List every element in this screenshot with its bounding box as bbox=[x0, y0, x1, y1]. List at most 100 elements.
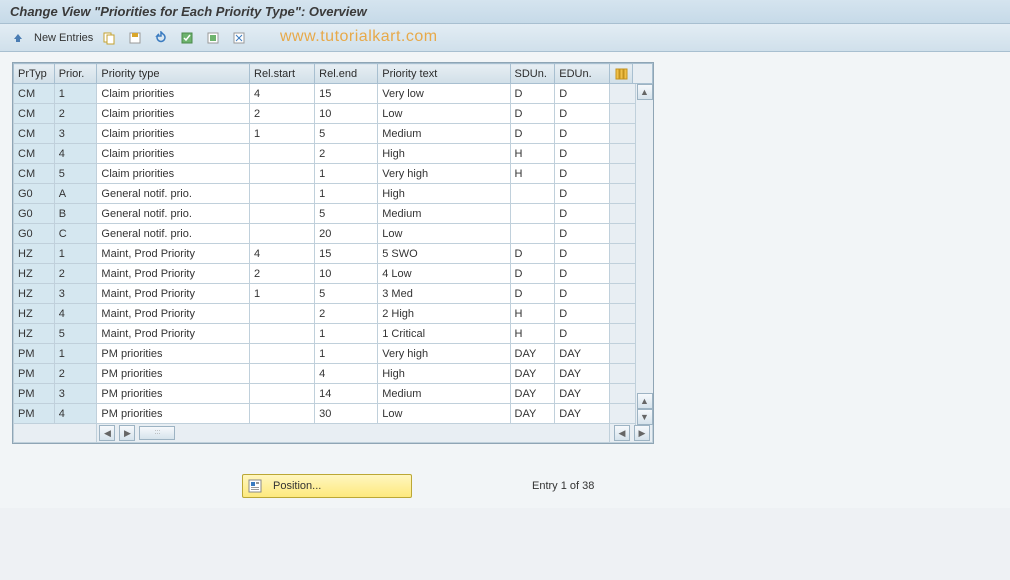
cell-relstart[interactable] bbox=[250, 324, 315, 344]
cell-prtyp[interactable]: G0 bbox=[14, 184, 55, 204]
cell-ptype[interactable]: Maint, Prod Priority bbox=[97, 324, 250, 344]
table-row[interactable]: CM5Claim priorities1Very highHD bbox=[14, 164, 653, 184]
cell-prtyp[interactable]: HZ bbox=[14, 244, 55, 264]
cell-ptext[interactable]: 5 SWO bbox=[378, 244, 510, 264]
select-all-icon[interactable] bbox=[177, 28, 197, 48]
cell-prtyp[interactable]: CM bbox=[14, 124, 55, 144]
cell-relend[interactable]: 2 bbox=[315, 144, 378, 164]
table-row[interactable]: G0AGeneral notif. prio.1HighD bbox=[14, 184, 653, 204]
cell-sdun[interactable]: H bbox=[510, 144, 555, 164]
cell-ptype[interactable]: Claim priorities bbox=[97, 124, 250, 144]
cell-relend[interactable]: 20 bbox=[315, 224, 378, 244]
cell-prtyp[interactable]: G0 bbox=[14, 204, 55, 224]
cell-relend[interactable]: 1 bbox=[315, 324, 378, 344]
cell-edun[interactable]: D bbox=[555, 324, 610, 344]
table-row[interactable]: HZ4Maint, Prod Priority22 HighHD bbox=[14, 304, 653, 324]
cell-sdun[interactable] bbox=[510, 184, 555, 204]
copy-icon[interactable] bbox=[99, 28, 119, 48]
cell-relend[interactable]: 2 bbox=[315, 304, 378, 324]
cell-sdun[interactable]: H bbox=[510, 304, 555, 324]
cell-relstart[interactable]: 1 bbox=[250, 284, 315, 304]
cell-sdun[interactable]: D bbox=[510, 124, 555, 144]
cell-ptype[interactable]: Maint, Prod Priority bbox=[97, 244, 250, 264]
cell-relstart[interactable]: 4 bbox=[250, 84, 315, 104]
cell-relstart[interactable] bbox=[250, 204, 315, 224]
table-row[interactable]: CM3Claim priorities15MediumDD bbox=[14, 124, 653, 144]
cell-relend[interactable]: 14 bbox=[315, 384, 378, 404]
cell-prtyp[interactable]: HZ bbox=[14, 304, 55, 324]
hscroll-right[interactable]: ▶ bbox=[119, 425, 135, 441]
cell-edun[interactable]: DAY bbox=[555, 404, 610, 424]
cell-sdun[interactable]: DAY bbox=[510, 404, 555, 424]
hscroll-thumb[interactable]: ::: bbox=[139, 426, 175, 440]
cell-relend[interactable]: 30 bbox=[315, 404, 378, 424]
cell-relstart[interactable]: 2 bbox=[250, 264, 315, 284]
cell-edun[interactable]: D bbox=[555, 264, 610, 284]
cell-ptype[interactable]: Claim priorities bbox=[97, 164, 250, 184]
cell-relstart[interactable] bbox=[250, 384, 315, 404]
column-selector-icon[interactable] bbox=[610, 64, 632, 84]
cell-relend[interactable]: 10 bbox=[315, 264, 378, 284]
cell-prtyp[interactable]: HZ bbox=[14, 264, 55, 284]
cell-edun[interactable]: D bbox=[555, 144, 610, 164]
cell-ptext[interactable]: Medium bbox=[378, 384, 510, 404]
cell-sdun[interactable] bbox=[510, 224, 555, 244]
vscroll-up-2[interactable]: ▲ bbox=[637, 393, 653, 409]
cell-prior[interactable]: 4 bbox=[54, 304, 97, 324]
cell-relstart[interactable]: 1 bbox=[250, 124, 315, 144]
table-row[interactable]: CM4Claim priorities2HighHD bbox=[14, 144, 653, 164]
vscroll-track[interactable] bbox=[637, 100, 653, 393]
cell-relstart[interactable]: 4 bbox=[250, 244, 315, 264]
cell-ptext[interactable]: Very high bbox=[378, 344, 510, 364]
cell-sdun[interactable]: DAY bbox=[510, 344, 555, 364]
cell-ptext[interactable]: Low bbox=[378, 224, 510, 244]
cell-prior[interactable]: A bbox=[54, 184, 97, 204]
cell-ptype[interactable]: Claim priorities bbox=[97, 144, 250, 164]
cell-edun[interactable]: D bbox=[555, 224, 610, 244]
table-row[interactable]: PM2PM priorities4HighDAYDAY bbox=[14, 364, 653, 384]
cell-prior[interactable]: 5 bbox=[54, 324, 97, 344]
table-row[interactable]: HZ5Maint, Prod Priority11 CriticalHD bbox=[14, 324, 653, 344]
cell-ptype[interactable]: PM priorities bbox=[97, 404, 250, 424]
toggle-display-change-icon[interactable] bbox=[8, 28, 28, 48]
cell-ptext[interactable]: Low bbox=[378, 404, 510, 424]
new-entries-button[interactable]: New Entries bbox=[34, 32, 93, 44]
table-row[interactable]: CM1Claim priorities415Very lowDD bbox=[14, 84, 653, 104]
cell-relend[interactable]: 4 bbox=[315, 364, 378, 384]
deselect-all-icon[interactable] bbox=[203, 28, 223, 48]
cell-prior[interactable]: 1 bbox=[54, 84, 97, 104]
table-row[interactable]: HZ1Maint, Prod Priority4155 SWODD bbox=[14, 244, 653, 264]
cell-ptext[interactable]: High bbox=[378, 184, 510, 204]
cell-prtyp[interactable]: PM bbox=[14, 384, 55, 404]
col-ptext[interactable]: Priority text bbox=[378, 64, 510, 84]
cell-prior[interactable]: 3 bbox=[54, 124, 97, 144]
cell-sdun[interactable]: H bbox=[510, 164, 555, 184]
cell-prtyp[interactable]: CM bbox=[14, 104, 55, 124]
cell-ptype[interactable]: Maint, Prod Priority bbox=[97, 304, 250, 324]
cell-prtyp[interactable]: PM bbox=[14, 344, 55, 364]
cell-relend[interactable]: 1 bbox=[315, 344, 378, 364]
cell-ptype[interactable]: General notif. prio. bbox=[97, 224, 250, 244]
cell-ptext[interactable]: 3 Med bbox=[378, 284, 510, 304]
cell-ptype[interactable]: General notif. prio. bbox=[97, 204, 250, 224]
table-row[interactable]: HZ3Maint, Prod Priority153 MedDD bbox=[14, 284, 653, 304]
cell-relstart[interactable] bbox=[250, 184, 315, 204]
cell-ptext[interactable]: Very high bbox=[378, 164, 510, 184]
vscroll-down[interactable]: ▼ bbox=[637, 409, 653, 425]
cell-prior[interactable]: 3 bbox=[54, 384, 97, 404]
col-relend[interactable]: Rel.end bbox=[315, 64, 378, 84]
cell-relstart[interactable] bbox=[250, 224, 315, 244]
cell-ptype[interactable]: PM priorities bbox=[97, 364, 250, 384]
cell-ptype[interactable]: Claim priorities bbox=[97, 104, 250, 124]
cell-ptype[interactable]: PM priorities bbox=[97, 384, 250, 404]
cell-edun[interactable]: D bbox=[555, 244, 610, 264]
cell-sdun[interactable]: DAY bbox=[510, 384, 555, 404]
cell-prior[interactable]: 2 bbox=[54, 264, 97, 284]
cell-sdun[interactable]: D bbox=[510, 104, 555, 124]
cell-edun[interactable]: D bbox=[555, 124, 610, 144]
cell-relstart[interactable] bbox=[250, 164, 315, 184]
cell-relstart[interactable]: 2 bbox=[250, 104, 315, 124]
cell-ptext[interactable]: Low bbox=[378, 104, 510, 124]
cell-edun[interactable]: D bbox=[555, 84, 610, 104]
cell-ptext[interactable]: Very low bbox=[378, 84, 510, 104]
